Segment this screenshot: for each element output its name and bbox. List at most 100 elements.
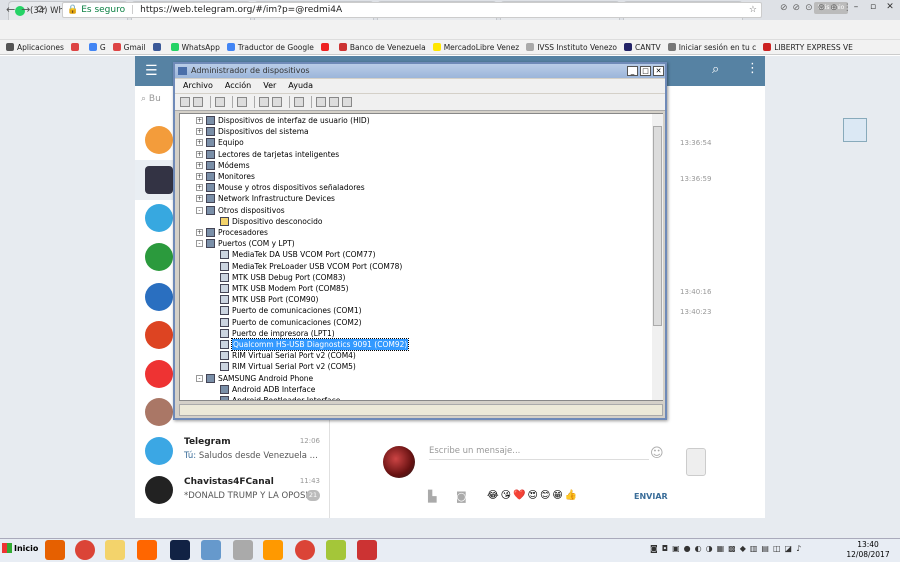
tree-node[interactable]: Puerto de comunicaciones (COM2) xyxy=(220,317,362,328)
avatar[interactable] xyxy=(145,360,173,388)
bookmark-item[interactable]: MercadoLibre Venez xyxy=(432,43,519,52)
emoji-icon[interactable]: ☺ xyxy=(650,446,664,461)
tree-node[interactable]: + Dispositivos de interfaz de usuario (HI… xyxy=(196,115,370,126)
view-icon[interactable] xyxy=(215,97,225,107)
help-icon[interactable] xyxy=(259,97,269,107)
mi-icon[interactable] xyxy=(137,540,157,560)
menu-archivo[interactable]: Archivo xyxy=(183,79,213,93)
collapse-icon[interactable]: - xyxy=(196,240,203,248)
collapse-icon[interactable]: - xyxy=(196,374,203,382)
forward-icon[interactable] xyxy=(193,97,203,107)
tree-node[interactable]: MTK USB Modem Port (COM85) xyxy=(220,283,349,294)
system-tray[interactable]: ◙◘▣●◐◑▦▩◆▥▤◫◪♪ xyxy=(650,544,805,553)
maximize-icon[interactable]: □ xyxy=(640,66,651,76)
tree-node[interactable]: + Módems xyxy=(196,160,250,171)
close-icon[interactable]: ✕ xyxy=(653,66,664,76)
scrollbar-thumb[interactable] xyxy=(653,126,662,326)
message-input[interactable]: Escribe un mensaje... xyxy=(429,446,649,460)
firefox-icon[interactable] xyxy=(45,540,65,560)
details-icon[interactable] xyxy=(272,97,282,107)
uninstall-icon[interactable] xyxy=(329,97,339,107)
bookmark-item[interactable] xyxy=(70,43,82,51)
bookmark-item[interactable]: Gmail xyxy=(112,43,146,52)
expand-icon[interactable]: + xyxy=(196,128,203,136)
menu-ver[interactable]: Ver xyxy=(263,79,276,93)
send-button[interactable]: ENVIAR xyxy=(634,492,668,501)
folder-icon[interactable] xyxy=(105,540,125,560)
expand-icon[interactable]: + xyxy=(196,150,203,158)
tree-node[interactable]: - SAMSUNG Android Phone xyxy=(196,373,313,384)
tree-node[interactable]: Dispositivo desconocido xyxy=(220,216,322,227)
bookmark-item[interactable]: LIBERTY EXPRESS VE xyxy=(763,43,853,52)
clock[interactable]: 13:40 12/08/2017 xyxy=(838,540,898,560)
tree-node[interactable]: - Otros dispositivos xyxy=(196,205,285,216)
bookmark-item[interactable]: CANTV xyxy=(624,43,661,52)
start-button[interactable]: Inicio xyxy=(2,543,38,553)
tree-node[interactable]: RIM Virtual Serial Port v2 (COM5) xyxy=(220,361,356,372)
bookmark-item[interactable] xyxy=(152,43,164,51)
tree-node[interactable]: + Mouse y otros dispositivos señaladores xyxy=(196,182,365,193)
tree-node[interactable]: + Lectores de tarjetas inteligentes xyxy=(196,149,339,160)
bookmark-item[interactable]: WhatsApp xyxy=(170,43,220,52)
chrome-icon[interactable] xyxy=(295,540,315,560)
expand-icon[interactable]: + xyxy=(196,229,203,236)
tree-node[interactable]: Android ADB Interface xyxy=(220,384,315,395)
expand-icon[interactable]: + xyxy=(196,139,203,147)
bookmark-item[interactable] xyxy=(320,43,332,51)
tree-node[interactable]: MediaTek DA USB VCOM Port (COM77) xyxy=(220,249,376,260)
close-icon[interactable]: ✕ xyxy=(882,0,898,14)
expand-icon[interactable]: + xyxy=(196,161,203,169)
avatar[interactable] xyxy=(145,243,173,271)
menu-icon[interactable]: ☰ xyxy=(145,63,158,79)
back-icon[interactable] xyxy=(180,97,190,107)
expand-icon[interactable]: + xyxy=(196,195,203,203)
nav-buttons[interactable]: ←→⟳ xyxy=(6,3,52,16)
bookmark-item[interactable]: G xyxy=(88,43,106,52)
chat-row-chavistas[interactable]: Chavistas4FCanal 11:43 *DONALD TRUMP Y L… xyxy=(135,474,330,514)
chrome-icon[interactable] xyxy=(75,540,95,560)
omnibox[interactable]: 🔒 Es seguro | https://web.telegram.org/#… xyxy=(62,2,762,18)
avatar[interactable] xyxy=(145,204,173,232)
tree-node[interactable]: + Monitores xyxy=(196,171,255,182)
disable-icon[interactable] xyxy=(342,97,352,107)
tree-node[interactable]: Puerto de impresora (LPT1) xyxy=(220,328,335,339)
menu-accion[interactable]: Acción xyxy=(225,79,251,93)
bookmark-item[interactable]: Traductor de Google xyxy=(226,43,314,52)
bookmark-item[interactable]: Banco de Venezuela xyxy=(338,43,426,52)
avatar[interactable] xyxy=(145,126,173,154)
tree-node[interactable]: MediaTek PreLoader USB VCOM Port (COM78) xyxy=(220,261,402,272)
expand-icon[interactable]: + xyxy=(196,173,203,180)
download-arrow-icon[interactable] xyxy=(843,118,867,142)
camera-icon[interactable]: ◙ xyxy=(456,490,467,503)
avatar[interactable] xyxy=(145,321,173,349)
star-icon[interactable]: ☆ xyxy=(749,3,757,17)
android-icon[interactable] xyxy=(326,540,346,560)
tree-node[interactable]: - Puertos (COM y LPT) xyxy=(196,238,295,249)
maximize-icon[interactable]: ▫ xyxy=(865,0,881,14)
extension-icons[interactable]: ⊘⊘⊙⊛⊕⋮ xyxy=(780,3,857,13)
avatar[interactable] xyxy=(145,283,173,311)
toolbox-icon[interactable] xyxy=(357,540,377,560)
minimize-icon[interactable]: _ xyxy=(627,66,638,76)
chat-row-telegram[interactable]: Telegram 12:06 Tú: Saludos desde Venezue… xyxy=(135,434,330,474)
app-icon[interactable] xyxy=(170,540,190,560)
search-icon[interactable]: ⌕ xyxy=(712,62,719,77)
expand-icon[interactable]: + xyxy=(196,117,203,124)
scan-icon[interactable] xyxy=(294,97,304,107)
tree-node[interactable]: + Network Infrastructure Devices xyxy=(196,193,335,204)
bookmark-item[interactable]: Iniciar sesión en tu c xyxy=(667,43,756,52)
tree-node[interactable]: MTK USB Debug Port (COM83) xyxy=(220,272,345,283)
peer-avatar[interactable] xyxy=(686,448,706,476)
tree-node[interactable]: MTK USB Port (COM90) xyxy=(220,294,318,305)
window-title-bar[interactable]: Administrador de dispositivos _ □ ✕ xyxy=(175,64,665,78)
avatar[interactable] xyxy=(145,166,173,194)
bookmark-item[interactable]: IVSS Instituto Venezo xyxy=(526,43,617,52)
url-text[interactable]: https://web.telegram.org/#/im?p=@redmi4A xyxy=(140,3,342,17)
gift-icon[interactable] xyxy=(233,540,253,560)
bookmark-item[interactable]: Aplicaciones xyxy=(6,43,64,52)
tree-node[interactable]: + Procesadores xyxy=(196,227,268,238)
tree-node[interactable]: Puerto de comunicaciones (COM1) xyxy=(220,305,362,316)
app-icon[interactable] xyxy=(263,540,283,560)
avatar[interactable] xyxy=(145,398,173,426)
tree-node[interactable]: Qualcomm HS-USB Diagnostics 9091 (COM92) xyxy=(220,338,410,351)
